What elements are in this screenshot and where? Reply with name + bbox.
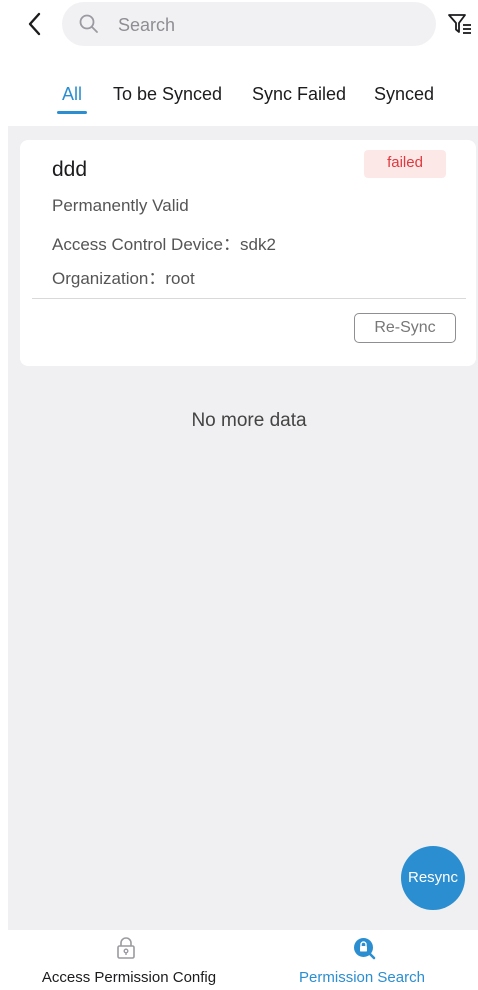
status-tabs: All To be Synced Sync Failed Synced — [0, 78, 478, 118]
nav-access-permission-config[interactable]: Access Permission Config — [0, 930, 250, 990]
tab-synced[interactable]: Synced — [374, 84, 434, 105]
filter-icon — [448, 14, 471, 34]
permission-search-screen: All To be Synced Sync Failed Synced ddd … — [0, 0, 478, 990]
lock-search-icon — [354, 938, 376, 960]
list-end-text: No more data — [191, 410, 307, 431]
record-organization: Organization：root — [52, 269, 195, 288]
record-name: ddd — [52, 158, 88, 181]
tab-to-be-synced[interactable]: To be Synced — [113, 84, 222, 105]
filter-button[interactable] — [446, 10, 474, 38]
lock-outline-icon — [117, 937, 135, 959]
nav-permission-search[interactable]: Permission Search — [250, 930, 478, 990]
nav-label: Permission Search — [299, 969, 425, 986]
tab-all[interactable]: All — [62, 84, 82, 105]
search-bar[interactable] — [62, 2, 436, 48]
chevron-left-icon — [28, 12, 41, 36]
re-sync-button[interactable]: Re-Sync — [354, 313, 456, 343]
search-input[interactable] — [116, 2, 420, 48]
record-validity: Permanently Valid — [52, 196, 189, 215]
record-list[interactable]: ddd failed Permanently Valid Access Cont… — [8, 126, 478, 930]
resync-fab[interactable]: Resync — [401, 846, 465, 910]
status-badge: failed — [364, 150, 446, 178]
bottom-navigation: Access Permission Config Permission Sear… — [0, 930, 478, 990]
record-device: Access Control Device：sdk2 — [52, 235, 276, 254]
active-tab-indicator — [57, 111, 87, 114]
tab-sync-failed[interactable]: Sync Failed — [252, 84, 346, 105]
header — [0, 0, 478, 52]
nav-label: Access Permission Config — [41, 969, 217, 986]
card-divider — [32, 298, 466, 299]
search-icon — [79, 14, 98, 33]
back-button[interactable] — [22, 8, 50, 40]
record-card[interactable]: ddd failed Permanently Valid Access Cont… — [20, 140, 476, 366]
